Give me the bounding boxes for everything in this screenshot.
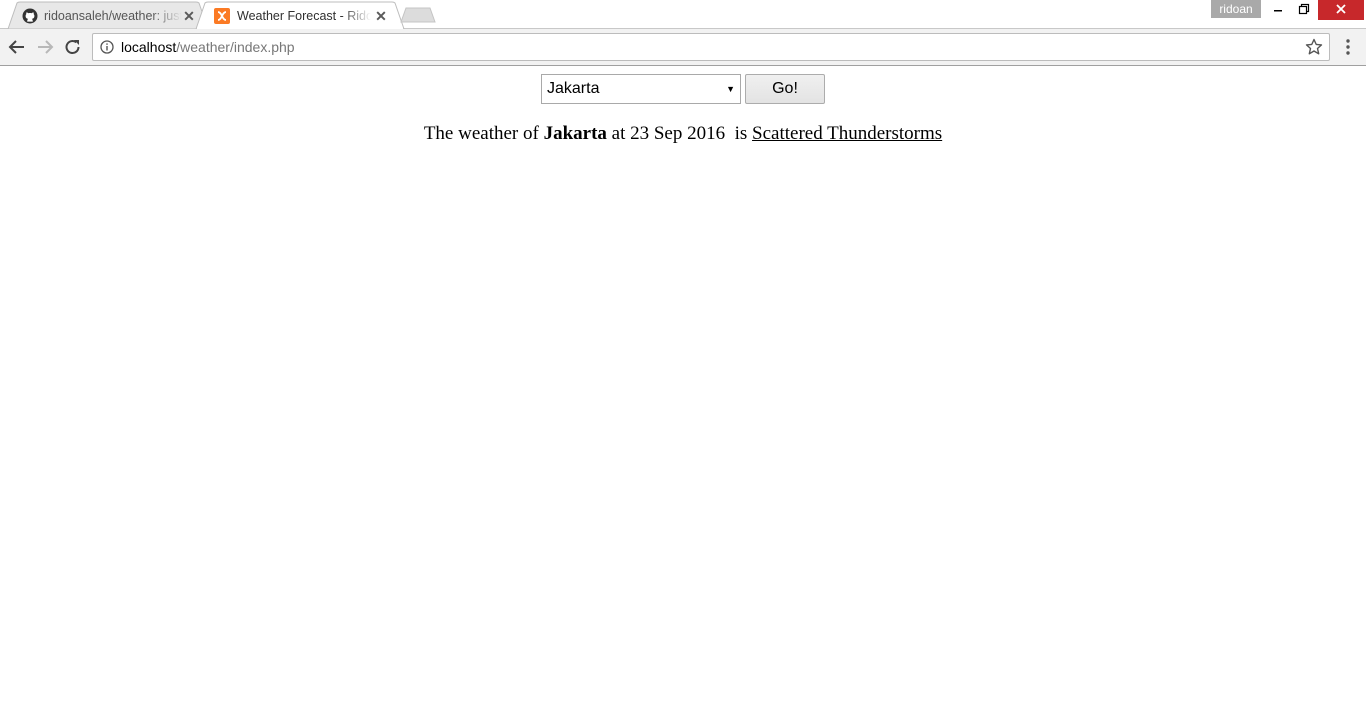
forward-arrow-icon[interactable] [35, 38, 55, 56]
dropdown-arrow-icon: ▼ [726, 84, 735, 94]
close-tab-icon[interactable]: ✕ [181, 8, 197, 24]
url-text[interactable]: localhost/weather/index.php [121, 39, 295, 55]
tab-weather-forecast[interactable]: Weather Forecast - Ridoan ✕ [195, 1, 405, 30]
close-tab-icon[interactable]: ✕ [373, 8, 389, 24]
address-bar[interactable]: localhost/weather/index.php [92, 33, 1330, 61]
minimize-button[interactable] [1265, 0, 1291, 20]
reload-icon[interactable] [63, 38, 83, 56]
weather-result: The weather of Jakarta at 23 Sep 2016 is… [0, 123, 1366, 145]
close-icon [1336, 4, 1346, 14]
info-icon[interactable] [100, 40, 114, 54]
menu-dots-icon[interactable] [1340, 38, 1356, 56]
restore-button[interactable] [1291, 0, 1317, 20]
city-form: Jakarta ▼ Go! [541, 74, 831, 104]
city-select[interactable]: Jakarta ▼ [541, 74, 741, 104]
weather-condition-link[interactable]: Scattered Thunderstorms [752, 123, 942, 144]
page-content: Jakarta ▼ Go! The weather of Jakarta at … [0, 66, 1366, 727]
back-arrow-icon[interactable] [7, 38, 27, 56]
minimize-icon [1274, 10, 1282, 12]
github-icon [22, 8, 38, 24]
tab-title: ridoansaleh/weather: just [44, 9, 182, 23]
profile-button[interactable]: ridoan [1211, 0, 1261, 18]
city-select-value: Jakarta [547, 80, 600, 97]
tab-title: Weather Forecast - Ridoan [237, 9, 371, 23]
new-tab-button[interactable] [400, 7, 436, 23]
close-window-button[interactable] [1318, 0, 1364, 20]
go-button[interactable]: Go! [745, 74, 825, 104]
bookmark-star-icon[interactable] [1305, 38, 1323, 56]
result-city: Jakarta [543, 123, 607, 144]
result-prefix: The weather of [423, 123, 539, 144]
restore-icon [1298, 3, 1310, 15]
browser-toolbar: localhost/weather/index.php [0, 29, 1366, 66]
tab-github[interactable]: ridoansaleh/weather: just ✕ [7, 1, 209, 30]
result-date: at 23 Sep 2016 is [611, 123, 748, 144]
url-path: /weather/index.php [176, 39, 295, 55]
xampp-icon [214, 8, 230, 24]
url-host: localhost [121, 39, 177, 55]
browser-titlebar: ridoansaleh/weather: just ✕ Weather Fore… [0, 0, 1366, 30]
